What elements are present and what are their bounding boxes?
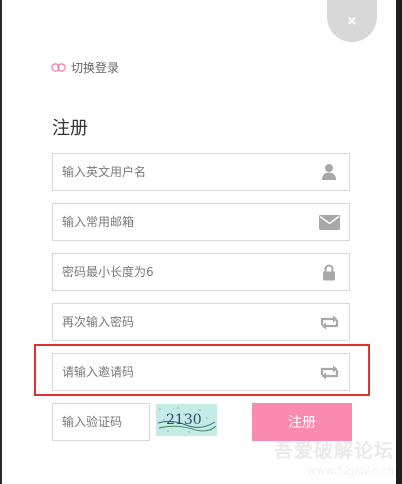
password-confirm-input[interactable] <box>53 304 313 340</box>
password-confirm-field <box>52 303 350 341</box>
captcha-image[interactable]: 2130 <box>156 404 217 436</box>
page-title: 注册 <box>52 118 88 139</box>
password-input[interactable] <box>53 254 313 290</box>
invite-code-input[interactable] <box>53 354 313 390</box>
close-icon: × <box>346 13 358 29</box>
repeat-icon <box>318 312 340 332</box>
window-edge-left <box>0 0 2 484</box>
switch-login-label: 切换登录 <box>71 61 120 75</box>
toggle-icon <box>51 63 66 72</box>
watermark-sub: www.52pojie.cn <box>307 464 394 477</box>
mail-icon <box>318 212 340 232</box>
email-field <box>52 203 350 241</box>
window-edge-right <box>396 0 402 484</box>
captcha-text: 2130 <box>166 412 202 428</box>
username-field <box>52 153 350 191</box>
captcha-input[interactable] <box>53 404 149 440</box>
captcha-noise: 2130 <box>156 404 217 436</box>
lock-icon <box>318 262 340 282</box>
captcha-field <box>52 403 150 441</box>
close-button[interactable]: × <box>327 0 377 42</box>
invite-code-field <box>52 353 350 391</box>
watermark-main: 吾爱破解论坛 <box>273 440 394 462</box>
password-field <box>52 253 350 291</box>
repeat-icon <box>318 362 340 382</box>
watermark: 吾爱破解论坛 www.52pojie.cn <box>274 436 394 477</box>
user-icon <box>318 162 340 182</box>
username-input[interactable] <box>53 154 313 190</box>
switch-login-link[interactable]: 切换登录 <box>51 59 119 76</box>
email-input[interactable] <box>53 204 313 240</box>
